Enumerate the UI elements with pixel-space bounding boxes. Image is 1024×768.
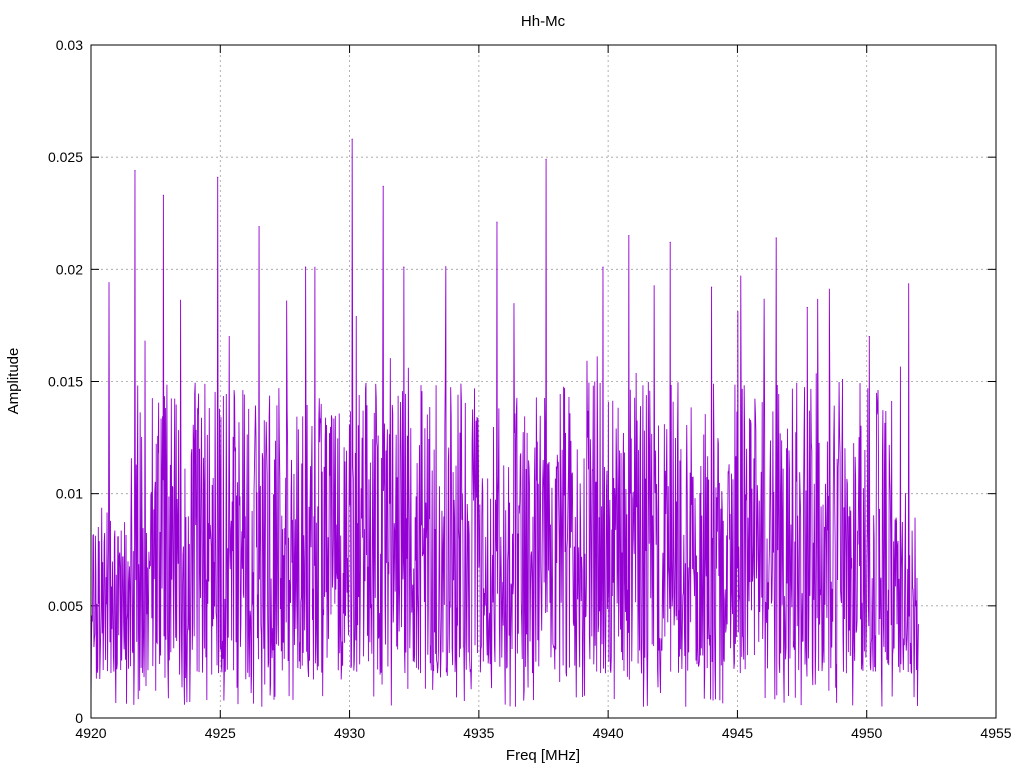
x-tick-label: 4925: [205, 725, 236, 741]
series-layer: [90, 138, 919, 707]
x-tick-label: 4920: [75, 725, 106, 741]
y-tick-label: 0.02: [56, 261, 83, 277]
peak-point: [496, 221, 498, 223]
x-tick-label: 4950: [851, 725, 882, 741]
peak-point: [382, 185, 384, 187]
peak-point: [134, 170, 136, 172]
y-tick-label: 0: [75, 710, 83, 726]
y-tick-label: 0.005: [48, 598, 83, 614]
spectrum-chart: Hh-Mc Freq [MHz] Amplitude 4920 4925 4930 4…: [5, 13, 1012, 764]
peak-point: [628, 235, 630, 237]
series-line: [90, 139, 919, 707]
y-tick-label: 0.03: [56, 37, 83, 53]
peak-point: [162, 194, 164, 196]
y-tick-label: 0.015: [48, 374, 83, 390]
y-axis-label: Amplitude: [5, 348, 22, 415]
peak-point: [217, 176, 219, 178]
peak-point: [545, 158, 547, 161]
x-tick-label: 4935: [463, 725, 494, 741]
peak-point: [868, 336, 870, 338]
x-tick-label: 4930: [334, 725, 365, 741]
x-tick-label: 4945: [722, 725, 753, 741]
peak-point: [351, 138, 353, 140]
y-tick-label: 0.01: [56, 486, 83, 502]
peak-point: [710, 286, 713, 288]
x-tick-label: 4940: [593, 725, 624, 741]
peak-point: [669, 241, 671, 244]
peak-point: [258, 226, 260, 228]
peak-point: [305, 266, 307, 268]
x-tick-label: 4955: [980, 725, 1011, 741]
y-tick-label: 0.025: [48, 149, 83, 165]
chart-title: Hh-Mc: [521, 13, 566, 30]
peak-point: [775, 237, 777, 239]
peak-point: [806, 306, 808, 309]
peak-point: [904, 493, 907, 495]
peak-point: [403, 266, 405, 268]
x-axis-label: Freq [MHz]: [506, 747, 580, 764]
peak-point: [602, 266, 604, 268]
